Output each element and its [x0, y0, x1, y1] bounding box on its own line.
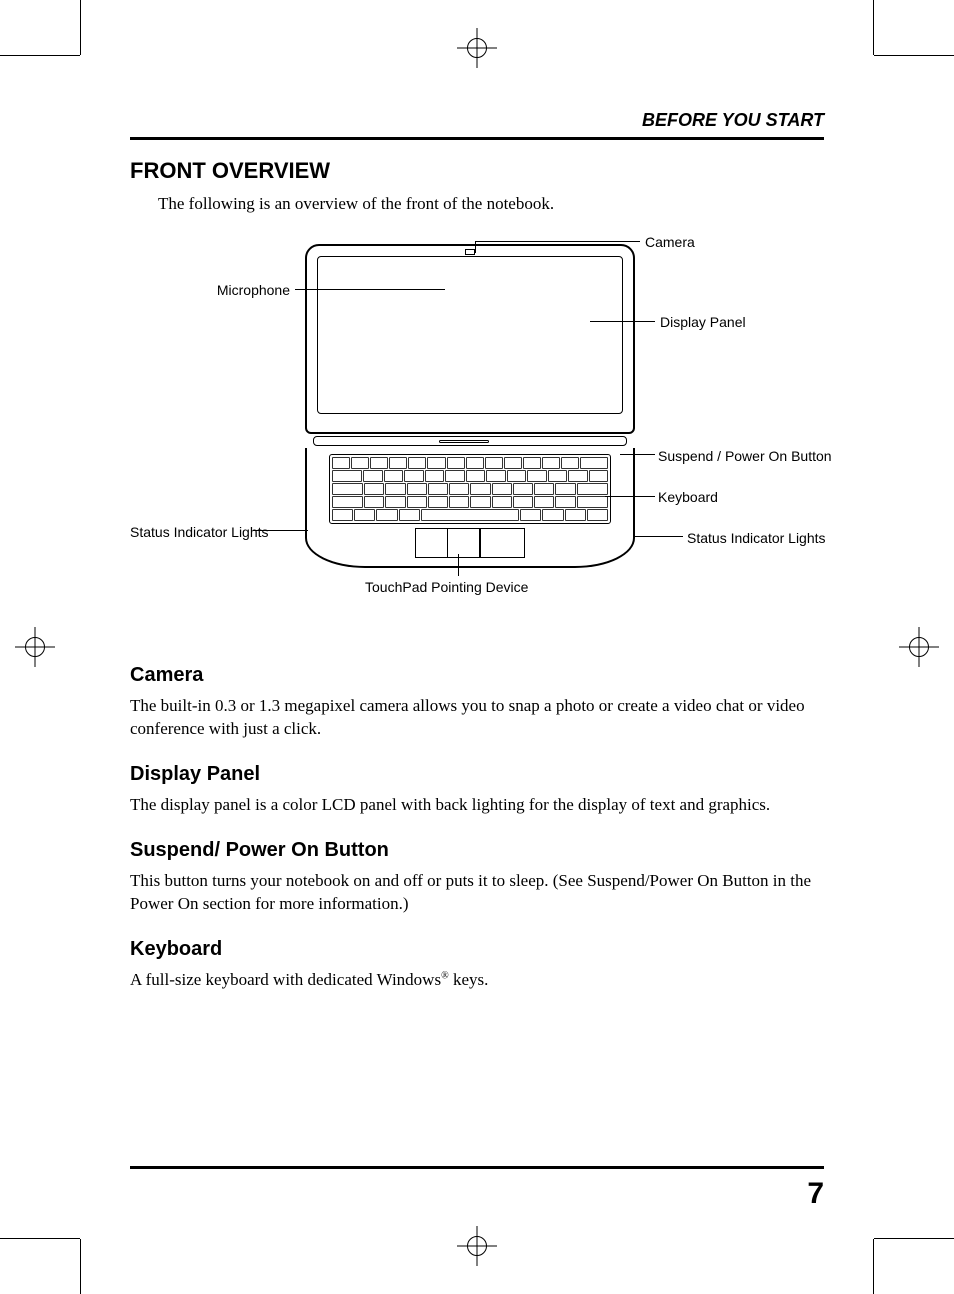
page: BEFORE YOU START FRONT OVERVIEW The foll…: [80, 55, 874, 1239]
label-microphone: Microphone: [150, 282, 290, 298]
notebook-illustration: [305, 244, 635, 568]
front-overview-figure: Camera Microphone Display Panel Suspend …: [130, 234, 824, 634]
label-keyboard: Keyboard: [658, 489, 718, 505]
crop-mark: [873, 0, 874, 55]
crop-mark: [0, 1238, 80, 1239]
running-head: BEFORE YOU START: [130, 110, 824, 140]
heading-display: Display Panel: [130, 763, 824, 786]
heading-suspend: Suspend/ Power On Button: [130, 839, 824, 862]
crop-mark: [0, 55, 80, 56]
crop-mark: [80, 1239, 81, 1294]
registration-mark: [899, 627, 939, 667]
crop-mark: [80, 0, 81, 55]
para-suspend: This button turns your notebook on and o…: [130, 870, 824, 916]
page-number: 7: [807, 1177, 824, 1211]
intro-text: The following is an overview of the fron…: [158, 194, 824, 214]
para-camera: The built-in 0.3 or 1.3 megapixel camera…: [130, 695, 824, 741]
para-keyboard: A full-size keyboard with dedicated Wind…: [130, 969, 824, 992]
heading-keyboard: Keyboard: [130, 938, 824, 961]
crop-mark: [874, 1238, 954, 1239]
section-title: FRONT OVERVIEW: [130, 158, 824, 184]
label-camera: Camera: [645, 234, 695, 250]
registration-mark: [15, 627, 55, 667]
label-display-panel: Display Panel: [660, 314, 746, 330]
label-suspend: Suspend / Power On Button: [658, 447, 818, 465]
footer-rule: [130, 1166, 824, 1169]
label-status-left: Status Indicator Lights: [130, 523, 250, 541]
heading-camera: Camera: [130, 664, 824, 687]
para-display: The display panel is a color LCD panel w…: [130, 794, 824, 817]
label-status-right: Status Indicator Lights: [687, 529, 827, 547]
crop-mark: [873, 1239, 874, 1294]
crop-mark: [874, 55, 954, 56]
label-touchpad: TouchPad Pointing Device: [365, 579, 528, 595]
